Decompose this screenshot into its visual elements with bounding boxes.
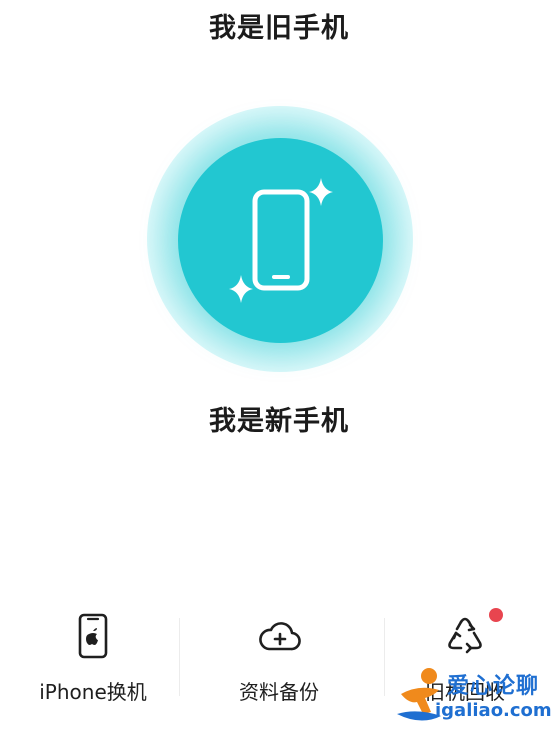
notification-badge-dot xyxy=(489,608,503,622)
watermark-url: igaliao.com xyxy=(435,700,552,721)
old-phone-option[interactable]: 我是旧手机 xyxy=(0,6,558,45)
new-phone-option[interactable]: 我是新手机 xyxy=(0,399,558,438)
new-phone-circle-button[interactable] xyxy=(178,138,383,343)
watermark-logo: 爱心论聊 igaliao.com xyxy=(395,660,555,732)
data-backup-label: 资料备份 xyxy=(239,680,319,704)
iphone-icon xyxy=(78,613,108,659)
recycle-icon xyxy=(448,617,482,654)
data-backup-button[interactable]: 资料备份 xyxy=(186,600,372,712)
phone-sparkle-icon xyxy=(229,178,333,303)
divider xyxy=(179,618,180,696)
iphone-transfer-label: iPhone换机 xyxy=(39,680,147,704)
iphone-transfer-button[interactable]: iPhone换机 xyxy=(0,600,186,712)
watermark-text: 爱心论聊 xyxy=(447,674,540,699)
phone-clone-screen: 我是旧手机 我是新手机 iPhone换机 资料备份 旧机回收 爱心论聊 igal… xyxy=(0,0,558,737)
cloud-upload-icon xyxy=(259,622,301,651)
